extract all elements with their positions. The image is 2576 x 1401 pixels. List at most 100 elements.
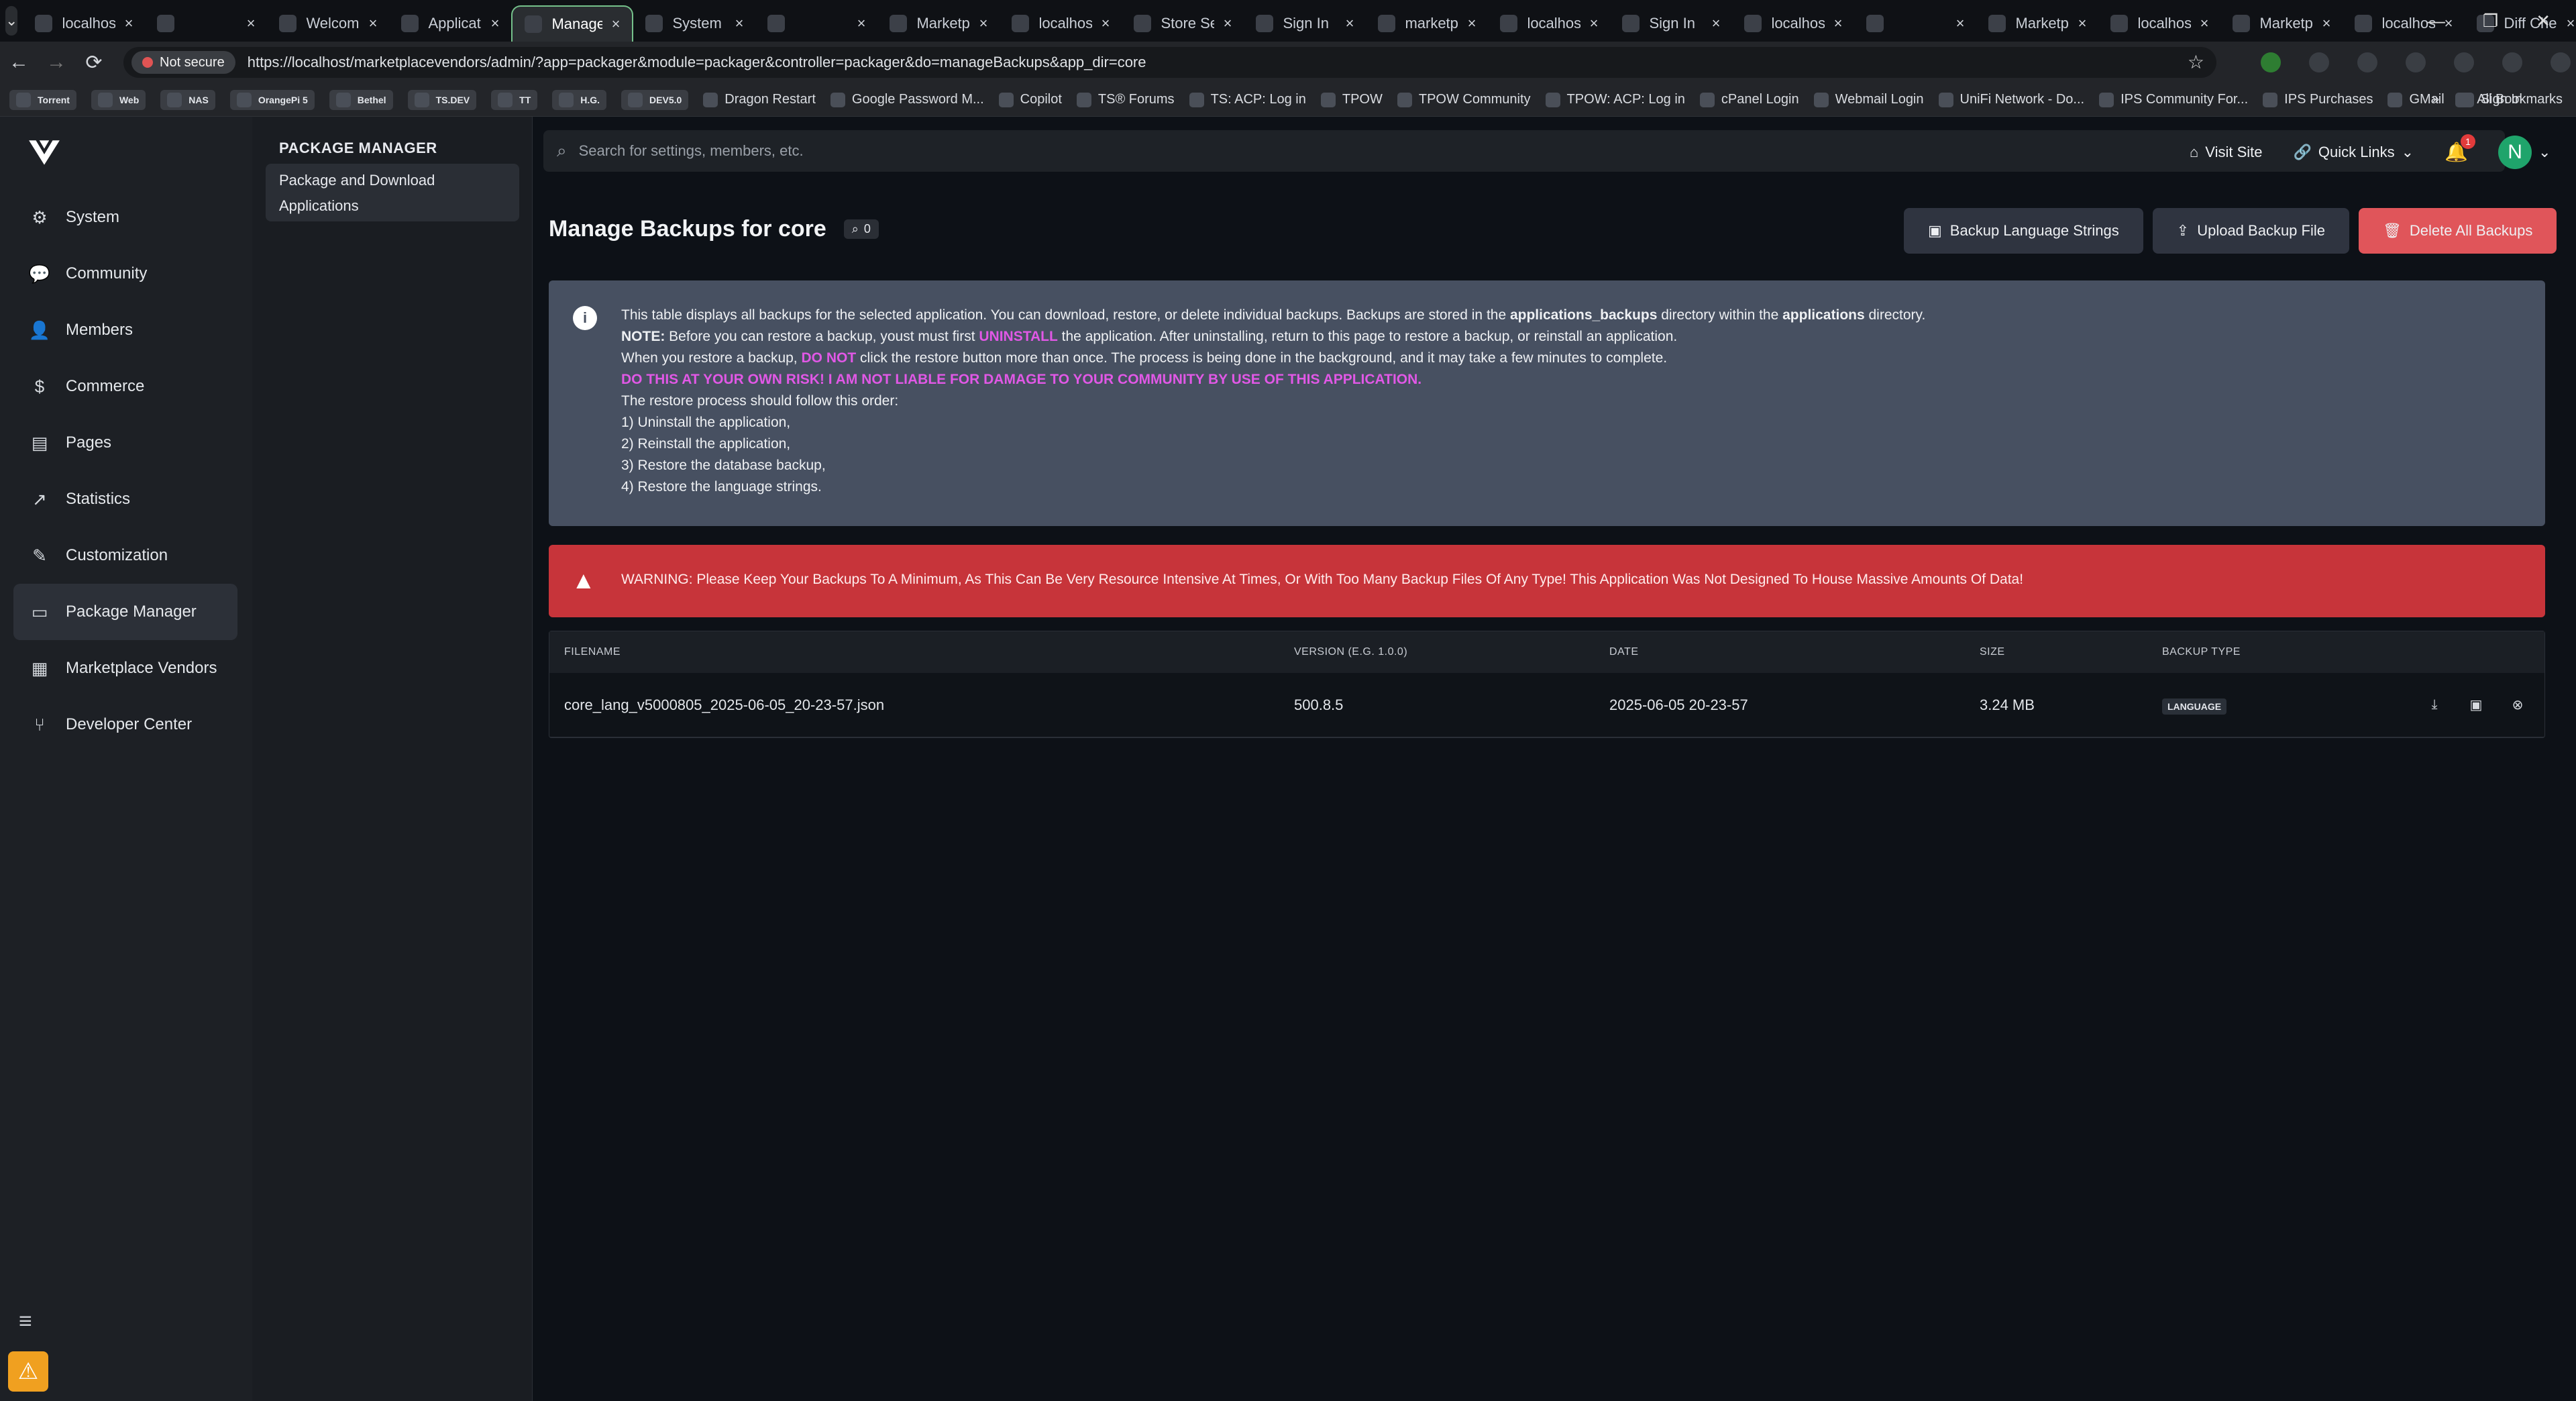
- browser-tab[interactable]: ×: [755, 5, 877, 42]
- close-tab-icon[interactable]: ×: [125, 15, 133, 32]
- bookmark-item[interactable]: UniFi Network - Do...: [1938, 92, 2084, 107]
- browser-tab[interactable]: localhost ×: [1732, 5, 1854, 42]
- extension-icon[interactable]: [2357, 52, 2377, 72]
- browser-tab[interactable]: Marketpl ×: [877, 5, 1000, 42]
- sidebar-item-members[interactable]: 👤 Members: [13, 302, 237, 358]
- close-tab-icon[interactable]: ×: [979, 15, 988, 32]
- browser-tab[interactable]: ×: [1854, 5, 1976, 42]
- warning-icon[interactable]: ⚠: [8, 1351, 48, 1392]
- quick-links-dropdown[interactable]: 🔗 Quick Links ⌄: [2293, 144, 2414, 161]
- bookmark-item[interactable]: TPOW: [1320, 92, 1383, 107]
- bookmark-item[interactable]: TPOW: ACP: Log in: [1545, 92, 1685, 107]
- sidebar-item-commerce[interactable]: $ Commerce: [13, 358, 237, 415]
- extension-icon[interactable]: [2261, 52, 2281, 72]
- sidebar-item-pages[interactable]: ▤ Pages: [13, 415, 237, 471]
- profile-icon[interactable]: [2551, 52, 2571, 72]
- search-count-pill[interactable]: ⌕ 0: [843, 219, 879, 239]
- more-bookmarks-icon[interactable]: »: [2432, 92, 2439, 107]
- close-tab-icon[interactable]: ×: [247, 15, 256, 32]
- restore-icon[interactable]: ❐: [2483, 11, 2498, 32]
- browser-tab[interactable]: System L ×: [633, 5, 755, 42]
- close-tab-icon[interactable]: ×: [1346, 15, 1354, 32]
- close-tab-icon[interactable]: ×: [612, 15, 621, 33]
- col-filename[interactable]: FILENAME: [549, 646, 1294, 658]
- col-version[interactable]: VERSION (E.G. 1.0.0): [1294, 646, 1609, 658]
- browser-tab[interactable]: Sign In ×: [1244, 5, 1366, 42]
- browser-tab[interactable]: Store Set ×: [1122, 5, 1244, 42]
- extension-icon[interactable]: [2309, 52, 2329, 72]
- puzzle-icon[interactable]: [2454, 52, 2474, 72]
- col-size[interactable]: SIZE: [1980, 646, 2162, 658]
- close-tab-icon[interactable]: ×: [1956, 15, 1965, 32]
- restore-icon[interactable]: ▣: [2467, 696, 2485, 715]
- browser-tab[interactable]: Application ×: [389, 5, 511, 42]
- sidebar-item-package-manager[interactable]: ▭ Package Manager: [13, 584, 237, 640]
- sidebar-item-community[interactable]: 💬 Community: [13, 246, 237, 302]
- bookmark-item[interactable]: Dragon Restart: [703, 92, 816, 107]
- col-date[interactable]: DATE: [1609, 646, 1980, 658]
- visit-site-link[interactable]: ⌂ Visit Site: [2190, 144, 2262, 161]
- bookmark-item[interactable]: H.G.: [552, 89, 607, 110]
- close-tab-icon[interactable]: ×: [1590, 15, 1599, 32]
- browser-tab[interactable]: ×: [145, 5, 267, 42]
- col-backup-type[interactable]: BACKUP TYPE: [2162, 646, 2363, 658]
- all-bookmarks[interactable]: All Bookmarks: [2455, 92, 2563, 107]
- address-bar[interactable]: Not secure https://localhost/marketplace…: [123, 47, 2216, 78]
- sidebar-item-statistics[interactable]: ↗ Statistics: [13, 471, 237, 527]
- browser-tab[interactable]: localhost ×: [1488, 5, 1610, 42]
- bookmark-item[interactable]: Bethel: [329, 89, 393, 110]
- bookmark-item[interactable]: Google Password M...: [830, 92, 984, 107]
- close-tab-icon[interactable]: ×: [1102, 15, 1110, 32]
- tab-search-button[interactable]: ⌄: [5, 6, 18, 36]
- bookmark-item[interactable]: OrangePi 5: [229, 89, 315, 110]
- sidebar-item-customization[interactable]: ✎ Customization: [13, 527, 237, 584]
- security-indicator[interactable]: Not secure: [131, 51, 235, 74]
- bookmark-item[interactable]: cPanel Login: [1699, 92, 1799, 107]
- bookmark-item[interactable]: Web: [91, 89, 146, 110]
- bookmark-item[interactable]: TS.DEV: [407, 89, 477, 110]
- browser-tab[interactable]: localhost ×: [1000, 5, 1122, 42]
- bookmark-item[interactable]: TS® Forums: [1076, 92, 1175, 107]
- forward-icon[interactable]: →: [38, 44, 75, 81]
- collapse-menu-icon[interactable]: ≡: [19, 1308, 32, 1335]
- download-icon[interactable]: ⤓: [2425, 696, 2444, 715]
- subnav-item-package[interactable]: Package and Download Applications: [266, 164, 519, 221]
- browser-tab[interactable]: Marketpl ×: [1976, 5, 2098, 42]
- browser-tab[interactable]: Sign In ×: [1610, 5, 1732, 42]
- browser-tab[interactable]: Manage B ×: [511, 5, 634, 42]
- close-tab-icon[interactable]: ×: [1224, 15, 1232, 32]
- account-menu[interactable]: N ⌄: [2498, 136, 2551, 169]
- url-text[interactable]: https://localhost/marketplacevendors/adm…: [248, 54, 1146, 71]
- close-tab-icon[interactable]: ×: [491, 15, 500, 32]
- download-icon[interactable]: [2502, 52, 2522, 72]
- browser-tab[interactable]: Marketpl ×: [2220, 5, 2343, 42]
- close-tab-icon[interactable]: ×: [1834, 15, 1843, 32]
- delete-all-backups-button[interactable]: 🗑 Delete All Backups: [2358, 208, 2557, 254]
- bookmark-item[interactable]: TT: [491, 89, 538, 110]
- browser-tab[interactable]: localhost ×: [2098, 5, 2220, 42]
- sidebar-item-marketplace-vendors[interactable]: ▦ Marketplace Vendors: [13, 640, 237, 696]
- sidebar-item-developer-center[interactable]: ⑂ Developer Center: [13, 696, 237, 753]
- close-tab-icon[interactable]: ×: [1712, 15, 1721, 32]
- notifications-bell-icon[interactable]: 🔔 1: [2445, 134, 2476, 164]
- browser-tab[interactable]: localhost ×: [23, 5, 145, 42]
- bookmark-item[interactable]: Copilot: [998, 92, 1062, 107]
- close-tab-icon[interactable]: ×: [2322, 15, 2331, 32]
- bookmark-item[interactable]: Torrent: [9, 89, 76, 110]
- backup-language-strings-button[interactable]: ▣ Backup Language Strings: [1904, 208, 2143, 254]
- bookmark-item[interactable]: TPOW Community: [1397, 92, 1531, 107]
- upload-backup-button[interactable]: ⇪ Upload Backup File: [2152, 208, 2349, 254]
- reload-icon[interactable]: ⟳: [75, 44, 113, 81]
- minimize-icon[interactable]: —: [2428, 11, 2445, 32]
- sidebar-item-system[interactable]: ⚙ System: [13, 189, 237, 246]
- close-tab-icon[interactable]: ×: [2200, 15, 2209, 32]
- bookmark-item[interactable]: IPS Community For...: [2099, 92, 2248, 107]
- bookmark-item[interactable]: IPS Purchases: [2263, 92, 2373, 107]
- bookmark-star-icon[interactable]: ☆: [2188, 51, 2204, 73]
- bookmark-item[interactable]: NAS: [160, 89, 215, 110]
- close-tab-icon[interactable]: ×: [735, 15, 744, 32]
- close-tab-icon[interactable]: ×: [857, 15, 866, 32]
- close-window-icon[interactable]: ✕: [2536, 11, 2551, 32]
- browser-tab[interactable]: Welcome ×: [267, 5, 389, 42]
- bookmark-item[interactable]: TS: ACP: Log in: [1189, 92, 1306, 107]
